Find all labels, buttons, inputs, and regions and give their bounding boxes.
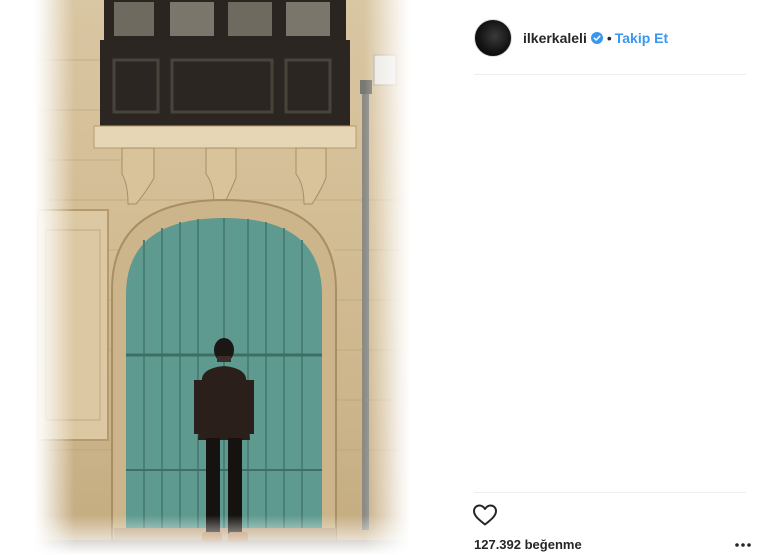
more-options-icon[interactable] <box>734 541 752 549</box>
post-side-panel: ilkerkaleli • Takip Et 127.392 beğenme <box>446 0 766 555</box>
separator-dot: • <box>606 30 612 46</box>
heart-icon[interactable] <box>472 503 498 527</box>
photo-illustration <box>34 0 410 555</box>
post-photo[interactable] <box>34 0 410 555</box>
likes-count[interactable]: 127.392 beğenme <box>474 537 582 552</box>
post-header: ilkerkaleli • Takip Et <box>474 18 746 58</box>
actions-divider <box>474 492 746 493</box>
post-photo-area <box>0 0 446 555</box>
verified-badge-icon <box>590 32 603 44</box>
username-link[interactable]: ilkerkaleli <box>523 30 587 46</box>
avatar[interactable] <box>474 19 512 57</box>
follow-button[interactable]: Takip Et <box>615 30 668 46</box>
header-divider <box>474 74 746 75</box>
